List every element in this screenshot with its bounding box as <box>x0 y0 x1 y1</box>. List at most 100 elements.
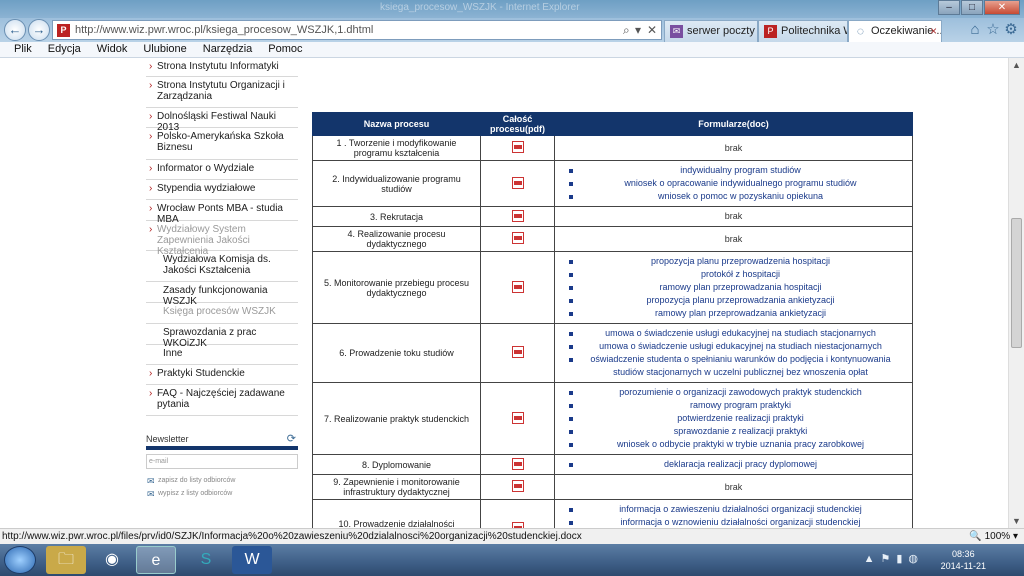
pdf-icon[interactable] <box>511 232 524 244</box>
table-row: 10. Prowadzenie działalności organizacji… <box>312 499 913 528</box>
maximize-button[interactable]: □ <box>961 0 983 15</box>
menu-favorites[interactable]: Ulubione <box>143 42 186 57</box>
sidebar-subitem[interactable]: Zasady funkcjonowania WSZJK <box>146 282 298 307</box>
sidebar-item[interactable]: › Wrocław Ponts MBA - studia MBA <box>146 200 298 225</box>
internet-explorer-icon[interactable]: e <box>136 546 176 574</box>
dropdown-icon[interactable]: ▾ <box>635 23 641 37</box>
pdf-icon[interactable] <box>511 346 524 358</box>
sidebar-item[interactable]: › Dolnośląski Festiwal Nauki 2013 <box>146 108 298 133</box>
zoom-level[interactable]: 🔍 100% ▾ <box>969 529 1018 544</box>
pdf-icon[interactable] <box>511 457 524 470</box>
process-table: Nazwa procesu Całość procesu(pdf) Formul… <box>312 112 913 528</box>
bullet-icon: › <box>149 388 153 399</box>
menu-tools[interactable]: Narzędzia <box>203 42 253 57</box>
table-row: 4. Realizowanie procesu dydaktycznego bra… <box>312 226 913 252</box>
address-url[interactable]: http://www.wiz.pwr.wroc.pl/ksiega_proces… <box>75 24 373 36</box>
system-tray[interactable]: ▲⚑▮◍ <box>864 552 924 565</box>
home-icon[interactable]: ⌂ <box>966 21 984 39</box>
sidebar-item[interactable]: › Strona Instytutu Organizacji i Zarządza… <box>146 77 298 108</box>
pdf-icon[interactable] <box>511 280 524 293</box>
pdf-cell <box>480 206 555 227</box>
bullet-icon: › <box>149 80 153 91</box>
form-link[interactable]: propozycja planu przeprowadzenia hospita… <box>569 255 906 268</box>
sidebar-subitem-active[interactable]: Księga procesów WSZJK <box>146 303 298 324</box>
word-icon[interactable]: W <box>232 546 272 574</box>
table-row: 3. Rekrutacja brak <box>312 206 913 227</box>
pdf-icon[interactable] <box>511 141 524 153</box>
scroll-up-icon[interactable]: ▲ <box>1009 58 1024 72</box>
close-window-button[interactable]: ✕ <box>984 0 1020 15</box>
form-link[interactable]: sprawozdanie z realizacji praktyki <box>569 425 906 438</box>
email-field[interactable]: e-mail <box>146 454 298 469</box>
sidebar-item[interactable]: › FAQ - Najczęściej zadawane pytania <box>146 385 298 416</box>
clock[interactable]: 08:36 2014-11-21 <box>941 548 986 572</box>
gear-icon[interactable]: ⚙ <box>1002 21 1020 39</box>
process-name: 4. Realizowanie procesu dydaktycznego <box>312 226 481 252</box>
subscribe-link[interactable]: ✉ zapisz do listy odbiorców <box>146 476 298 486</box>
sidebar-item-active[interactable]: › Wydziałowy System Zapewnienia Jakości K… <box>146 221 298 257</box>
close-tab-icon[interactable]: × <box>930 21 937 41</box>
process-name: 10. Prowadzenie działalności organizacji… <box>312 499 481 528</box>
forward-button[interactable]: → <box>28 19 50 41</box>
form-link[interactable]: porozumienie o organizacji zawodowych pr… <box>569 386 906 399</box>
tab-politechnika[interactable]: P Politechnika Wr... <box>758 20 848 42</box>
form-link[interactable]: umowa o świadczenie usługi edukacyjnej n… <box>569 327 906 340</box>
unsubscribe-link[interactable]: ✉ wypisz z listy odbiorców <box>146 489 298 499</box>
loading-icon: ◌ <box>856 24 865 38</box>
sidebar-item[interactable]: › Praktyki Studenckie <box>146 365 298 385</box>
pdf-icon[interactable] <box>511 176 524 189</box>
vertical-scrollbar[interactable]: ▲ ▼ <box>1008 58 1024 528</box>
form-link[interactable]: umowa o świadczenie usługi edukacyjnej n… <box>569 340 906 353</box>
newsletter-box: Newsletter ⟳ e-mail ✉ zapisz do listy odbi… <box>146 433 298 499</box>
forms-cell: brak <box>554 226 913 252</box>
menu-view[interactable]: Widok <box>97 42 128 57</box>
bullet-icon: › <box>149 368 153 379</box>
sidebar-subitem[interactable]: Wydziałowa Komisja ds. Jakości Kształcen… <box>146 251 298 282</box>
bullet-icon: › <box>149 183 153 194</box>
minimize-button[interactable]: – <box>938 0 960 15</box>
sidebar-item[interactable]: › Informator o Wydziale <box>146 160 298 180</box>
form-link[interactable]: ramowy plan przeprowadzania ankietyzacji <box>569 307 906 320</box>
tab-poczta[interactable]: ✉ serwer poczty P... <box>664 20 758 42</box>
scroll-down-icon[interactable]: ▼ <box>1009 514 1024 528</box>
favorites-star-icon[interactable]: ☆ <box>984 21 1002 39</box>
no-forms-label: brak <box>724 481 743 492</box>
sidebar-item[interactable]: › Polsko-Amerykańska Szkoła Biznesu <box>146 128 298 160</box>
form-link[interactable]: wniosek o odbycie praktyki w trybie uzna… <box>569 438 906 451</box>
sidebar-item[interactable]: › Strona Instytutu Informatyki <box>146 58 298 77</box>
form-link[interactable]: wniosek o pomoc w pozyskaniu opiekuna <box>569 190 906 203</box>
form-link[interactable]: ramowy plan przeprowadzania hospitacji <box>569 281 906 294</box>
pdf-icon[interactable] <box>511 411 524 424</box>
search-icon[interactable]: ⌕ <box>623 23 630 38</box>
menu-file[interactable]: Plik <box>14 42 32 57</box>
sidebar-subitem[interactable]: Inne <box>146 345 298 365</box>
address-bar[interactable]: P http://www.wiz.pwr.wroc.pl/ksiega_proc… <box>52 20 662 40</box>
form-link[interactable]: oświadczenie studenta o spełnianiu warun… <box>569 353 906 379</box>
refresh-icon: ⟳ <box>286 433 296 445</box>
form-link[interactable]: potwierdzenie realizacji praktyki <box>569 412 906 425</box>
start-button[interactable] <box>4 546 36 574</box>
form-link[interactable]: indywidualny program studiów <box>569 164 906 177</box>
pdf-icon[interactable] <box>511 480 524 492</box>
pdf-icon[interactable] <box>511 209 524 222</box>
pdf-cell <box>480 454 555 475</box>
back-button[interactable]: ← <box>4 19 26 41</box>
form-link[interactable]: protokół z hospitacji <box>569 268 906 281</box>
menu-edit[interactable]: Edycja <box>48 42 81 57</box>
tab-active[interactable]: ◌ Oczekiwanie ... × <box>848 20 942 42</box>
form-link[interactable]: propozycja planu przeprowadzania ankiety… <box>569 294 906 307</box>
stop-icon[interactable]: ✕ <box>647 23 657 37</box>
firefox-icon[interactable]: ◉ <box>92 546 132 574</box>
sidebar-subitem[interactable]: Sprawozdania z prac WKOiZJK <box>146 324 298 349</box>
skype-icon[interactable]: S <box>186 546 226 574</box>
explorer-icon[interactable]: 🗀 <box>46 546 86 574</box>
scroll-thumb[interactable] <box>1011 218 1022 348</box>
sidebar-item[interactable]: › Stypendia wydziałowe <box>146 180 298 200</box>
menu-help[interactable]: Pomoc <box>268 42 302 57</box>
site-favicon-icon: P <box>764 25 777 38</box>
form-link[interactable]: ramowy program praktyki <box>569 399 906 412</box>
form-link[interactable]: deklaracja realizacji pracy dyplomowej <box>569 458 906 471</box>
form-link[interactable]: informacja o wznowieniu działalności org… <box>569 516 906 528</box>
form-link[interactable]: wniosek o opracowanie indywidualnego pro… <box>569 177 906 190</box>
form-link[interactable]: informacja o zawieszeniu działalności or… <box>569 503 906 516</box>
